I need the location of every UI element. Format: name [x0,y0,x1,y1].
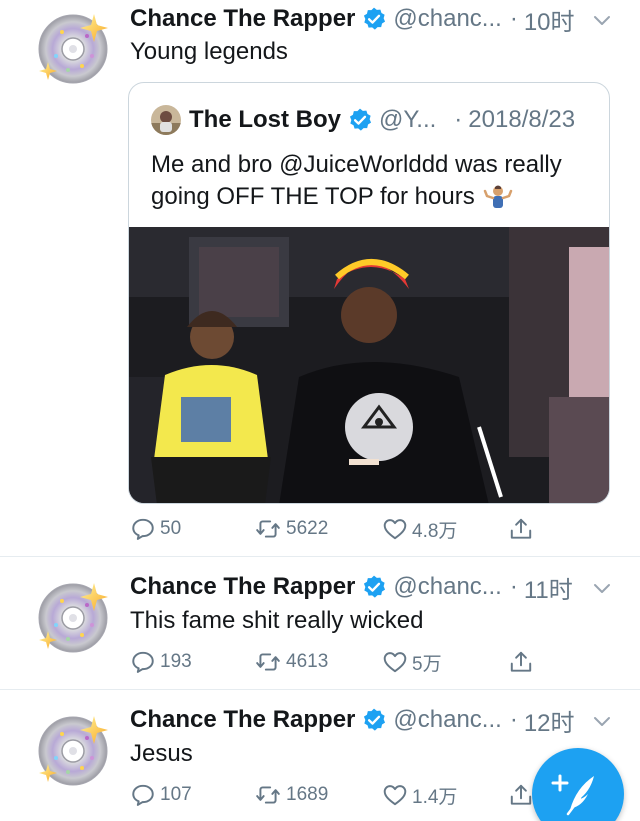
tweet-text: Jesus [130,740,193,767]
share-icon [508,516,534,542]
retweet-button[interactable]: 4613 [254,645,328,679]
quoted-author-handle[interactable]: @Y... [379,106,436,134]
tweet-time[interactable]: 10时 [524,2,575,37]
reply-button[interactable]: 50 [130,512,181,546]
chevron-down-icon[interactable] [592,579,612,599]
retweet-button[interactable]: 1689 [254,778,328,812]
tweet[interactable]: Chance The Rapper @chanc... · 10时 Young … [0,0,640,556]
share-button[interactable] [508,645,538,679]
reply-button[interactable]: 107 [130,778,192,812]
tweet-header: Chance The Rapper @chanc... · 11时 [130,570,573,605]
verified-badge-icon [347,107,373,133]
cd-disc-sparkle-icon [32,8,114,90]
reply-count: 107 [160,784,192,805]
share-icon [508,782,534,808]
compose-feather-icon [551,774,594,816]
avatar[interactable] [32,710,114,792]
author-handle[interactable]: @chanc... [393,573,501,601]
quoted-tweet-header: The Lost Boy @Y... · 2018/8/23 [151,103,575,137]
author-handle[interactable]: @chanc... [393,5,501,33]
tweet[interactable]: Chance The Rapper @chanc... · 11时 This f… [0,557,640,689]
avatar[interactable] [32,8,114,90]
quoted-text-line-2: going OFF THE TOP for hours [151,181,601,213]
avatar [151,105,181,135]
tweet-header: Chance The Rapper @chanc... · 10时 [130,2,575,37]
reply-icon [130,516,156,542]
author-name[interactable]: Chance The Rapper [130,706,355,734]
heart-icon [382,516,408,542]
reply-button[interactable]: 193 [130,645,192,679]
tweet-actions: 193 4613 5万 [130,645,540,679]
quoted-tweet-text: Me and bro @JuiceWorlddd was really goin… [151,149,601,213]
chevron-down-icon[interactable] [592,712,612,732]
author-handle[interactable]: @chanc... [393,706,501,734]
heart-icon [382,649,408,675]
chevron-down-icon[interactable] [592,11,612,31]
separator-dot: · [509,706,518,733]
profile-photo-icon [151,105,181,135]
share-icon [508,649,534,675]
video-thumbnail-icon [129,227,609,503]
like-count: 1.4万 [412,786,458,808]
heart-icon [382,782,408,808]
like-count: 4.8万 [412,520,458,542]
cd-disc-sparkle-icon [32,577,114,659]
reply-icon [130,649,156,675]
verified-badge-icon [361,707,387,733]
tweet-header: Chance The Rapper @chanc... · 12时 [130,703,575,738]
quoted-author-name[interactable]: The Lost Boy [189,106,341,134]
tweet-time[interactable]: 12时 [524,703,575,738]
reply-count: 193 [160,651,192,672]
tweet-time[interactable]: 11时 [524,570,573,605]
quoted-text-line: going OFF THE TOP for hours [151,183,475,210]
like-count: 5万 [412,653,442,675]
retweet-count: 5622 [286,518,329,539]
retweet-icon [254,782,282,808]
tweet-text: This fame shit really wicked [130,607,424,634]
person-shrugging-icon [483,185,512,208]
quoted-tweet-date[interactable]: 2018/8/23 [468,106,575,134]
author-name[interactable]: Chance The Rapper [130,5,355,33]
retweet-count: 1689 [286,784,329,805]
avatar[interactable] [32,577,114,659]
compose-tweet-button[interactable] [532,748,624,821]
verified-badge-icon [361,6,387,32]
like-button[interactable]: 5万 [382,645,442,679]
tweet-text: Young legends [130,38,288,65]
separator-dot: · [454,106,463,133]
retweet-count: 4613 [286,651,329,672]
separator-dot: · [509,573,518,600]
reply-icon [130,782,156,808]
reply-count: 50 [160,518,182,539]
quoted-tweet[interactable]: The Lost Boy @Y... · 2018/8/23 Me and br… [128,82,610,504]
like-button[interactable]: 4.8万 [382,512,457,546]
tweet-actions: 50 5622 4.8万 [130,512,540,546]
tweet-actions: 107 1689 1.4万 [130,778,540,812]
share-button[interactable] [508,512,538,546]
video-thumbnail[interactable] [129,227,609,503]
quoted-text-line: Me and bro @JuiceWorlddd was really [151,151,562,178]
cd-disc-sparkle-icon [32,710,114,792]
retweet-button[interactable]: 5622 [254,512,328,546]
verified-badge-icon [361,574,387,600]
separator-dot: · [509,5,518,32]
author-name[interactable]: Chance The Rapper [130,573,355,601]
retweet-icon [254,516,282,542]
like-button[interactable]: 1.4万 [382,778,457,812]
retweet-icon [254,649,282,675]
